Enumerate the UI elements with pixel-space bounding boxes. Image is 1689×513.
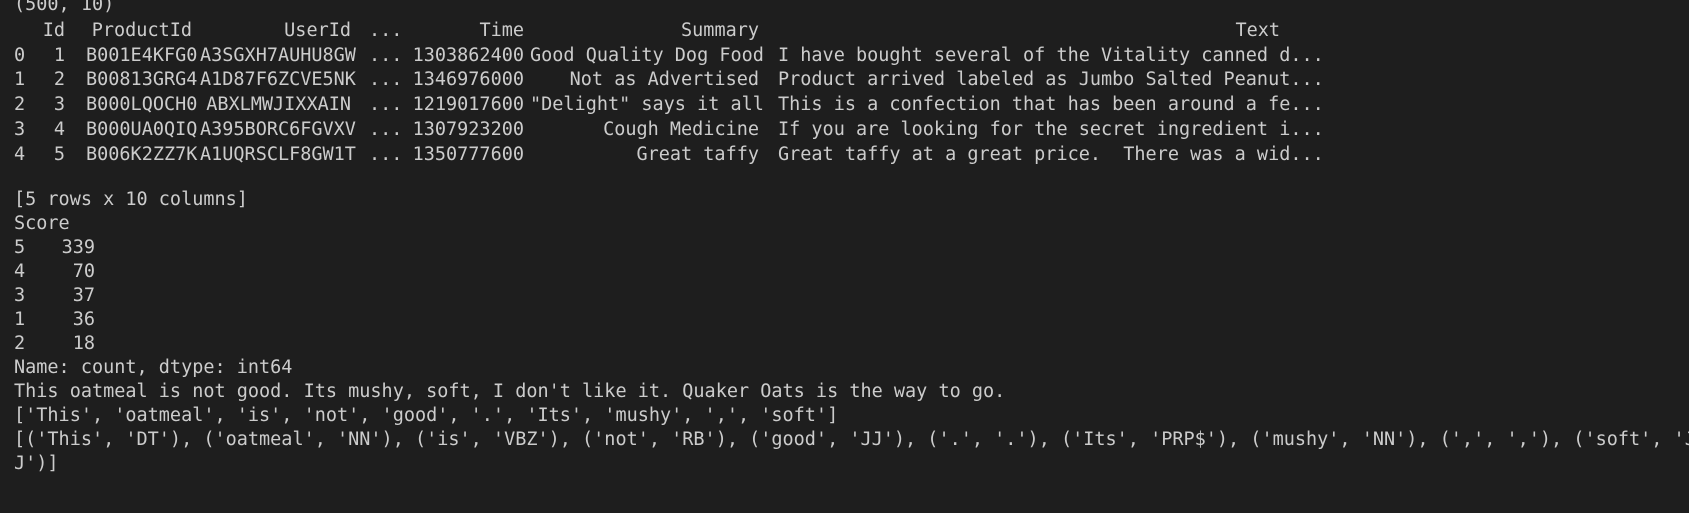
table-cell: "Delight" says it all <box>530 94 764 116</box>
score-header: Score <box>14 213 70 234</box>
row-index: 4 <box>14 143 26 165</box>
column-header: UserId <box>284 20 351 41</box>
table-cell: Good Quality Dog Food <box>530 44 764 66</box>
score-label: 4 <box>14 261 26 283</box>
shape-output: (500, 10) <box>14 0 115 15</box>
table-cell: If you are looking for the secret ingred… <box>778 118 1324 140</box>
row-index: 0 <box>14 44 26 66</box>
score-count: 36 <box>72 309 95 331</box>
score-count: 70 <box>72 261 95 283</box>
row-index: 3 <box>14 118 26 140</box>
table-cell: A3SGXH7AUHU8GW <box>200 44 356 66</box>
column-header: ... <box>369 20 403 41</box>
table-cell: B000UA0QIQ <box>86 118 198 140</box>
table-cell: ... <box>369 143 403 165</box>
table-cell: ... <box>369 69 403 91</box>
table-cell: A1D87F6ZCVE5NK <box>200 69 356 91</box>
pos-tags-line: [('This', 'DT'), ('oatmeal', 'NN'), ('is… <box>14 429 1689 450</box>
table-cell: 1 <box>53 44 65 66</box>
table-cell: 2 <box>53 69 65 91</box>
table-cell: Product arrived labeled as Jumbo Salted … <box>778 69 1324 91</box>
column-header: Time <box>479 20 524 41</box>
table-cell: A395BORC6FGVXV <box>200 118 356 140</box>
table-cell: 5 <box>53 143 65 165</box>
column-header: Text <box>1235 20 1280 41</box>
table-cell: Great taffy at a great price. There was … <box>778 143 1324 165</box>
column-header: Id <box>42 20 65 41</box>
series-info: Name: count, dtype: int64 <box>14 357 293 378</box>
table-cell: A1UQRSCLF8GW1T <box>200 143 356 165</box>
table-cell: Not as Advertised <box>569 69 759 91</box>
score-label: 1 <box>14 309 26 331</box>
table-cell: B006K2ZZ7K <box>86 143 198 165</box>
column-header: Summary <box>681 20 759 41</box>
rows-columns-summary: [5 rows x 10 columns] <box>14 189 248 210</box>
table-cell: ... <box>369 44 403 66</box>
table-cell: 1219017600 <box>412 94 524 116</box>
table-cell: B001E4KFG0 <box>86 44 198 66</box>
score-label: 2 <box>14 333 26 355</box>
table-cell: 4 <box>53 118 65 140</box>
table-cell: 1303862400 <box>412 44 524 66</box>
table-cell: 3 <box>53 94 65 116</box>
tokens-list: ['This', 'oatmeal', 'is', 'not', 'good',… <box>14 405 839 426</box>
column-header: ProductId <box>91 20 192 41</box>
table-cell: 1307923200 <box>412 118 524 140</box>
score-label: 3 <box>14 285 26 307</box>
table-cell: Great taffy <box>636 143 759 165</box>
sample-review-text: This oatmeal is not good. Its mushy, sof… <box>14 381 1006 402</box>
terminal-output: (500, 10) Id ProductId UserId... Time Summar… <box>0 0 1689 513</box>
table-cell: B00813GRG4 <box>86 69 198 91</box>
pos-tags-line-continued: J')] <box>14 453 59 474</box>
row-index: 2 <box>14 94 26 116</box>
table-cell: 1350777600 <box>412 143 524 165</box>
table-cell: ... <box>369 94 403 116</box>
score-label: 5 <box>14 237 26 258</box>
table-cell: ... <box>369 118 403 140</box>
table-cell: This is a confection that has been aroun… <box>778 94 1324 116</box>
score-count: 339 <box>61 237 95 258</box>
row-index: 1 <box>14 69 26 91</box>
score-count: 18 <box>72 333 95 355</box>
table-cell: ABXLMWJIXXAIN <box>206 94 351 116</box>
score-count: 37 <box>72 285 95 307</box>
table-cell: Cough Medicine <box>603 118 759 140</box>
table-cell: I have bought several of the Vitality ca… <box>778 44 1324 66</box>
table-cell: 1346976000 <box>412 69 524 91</box>
table-cell: B000LQOCH0 <box>86 94 198 116</box>
